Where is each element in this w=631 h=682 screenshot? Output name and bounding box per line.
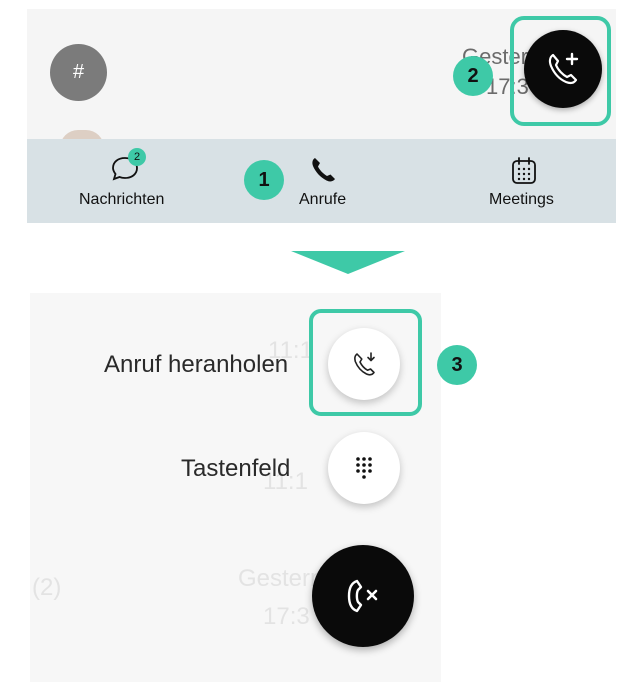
new-call-button[interactable]: [524, 30, 602, 108]
faded-time: 17:3: [263, 603, 310, 630]
bottom-tab-bar: 2 Nachrichten Anrufe Meetings: [27, 139, 616, 223]
contact-avatar[interactable]: #: [50, 44, 107, 101]
callout-badge-2: 2: [453, 56, 493, 96]
tab-meetings[interactable]: Meetings: [427, 139, 616, 223]
calendar-icon: [512, 157, 536, 184]
callout-number: 3: [451, 353, 463, 376]
pickup-call-label[interactable]: Anruf heranholen: [104, 351, 288, 379]
phone-pickup-icon: [354, 352, 375, 376]
callout-number: 1: [258, 168, 270, 191]
keypad-label[interactable]: Tastenfeld: [181, 455, 290, 483]
pickup-call-button[interactable]: [328, 328, 400, 400]
tab-meetings-label: Meetings: [489, 191, 554, 208]
phone-close-icon: [347, 579, 378, 613]
tab-calls-label: Anrufe: [299, 191, 347, 208]
unread-badge: 2: [128, 148, 146, 166]
callout-number: 2: [467, 64, 479, 87]
tab-messages-label: Nachrichten: [79, 191, 165, 208]
dialpad-icon: [356, 457, 372, 479]
phone-plus-icon: [548, 52, 579, 85]
callout-badge-3: 3: [437, 345, 477, 385]
avatar-initial: #: [72, 61, 85, 83]
keypad-button[interactable]: [328, 432, 400, 504]
step-arrow-down: [291, 251, 405, 274]
close-menu-button[interactable]: [312, 545, 414, 647]
faded-date: Gestern: [238, 565, 324, 592]
phone-icon: [312, 158, 335, 182]
faded-count: (2): [32, 574, 62, 601]
tab-messages[interactable]: 2 Nachrichten: [27, 139, 227, 223]
callout-badge-1: 1: [244, 160, 284, 200]
